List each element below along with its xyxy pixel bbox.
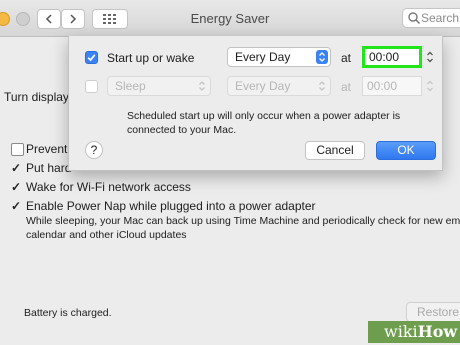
- startup-at-label: at: [341, 51, 352, 65]
- startup-checkbox[interactable]: [85, 51, 98, 64]
- updown-arrows-icon: [196, 79, 208, 93]
- watermark-how: How: [417, 322, 458, 341]
- wake-wifi-checkbox[interactable]: ✓: [11, 180, 21, 194]
- sleep-frequency-value: Every Day: [235, 79, 291, 93]
- put-hard-disks-checkbox[interactable]: ✓: [11, 161, 21, 175]
- title-bar: Energy Saver Search: [0, 0, 460, 37]
- schedule-note-line1: Scheduled start up will only occur when …: [127, 110, 401, 122]
- startup-label: Start up or wake: [107, 51, 195, 65]
- power-nap-label: Enable Power Nap while plugged into a po…: [26, 199, 316, 213]
- sleep-action-select[interactable]: Sleep: [107, 76, 211, 96]
- wikihow-watermark: wikiHow: [368, 321, 460, 343]
- restore-defaults-button[interactable]: Restore: [406, 302, 460, 322]
- power-nap-description-line1: While sleeping, your Mac can back up usi…: [26, 215, 460, 227]
- cancel-button[interactable]: Cancel: [305, 141, 365, 160]
- wake-wifi-label: Wake for Wi-Fi network access: [26, 180, 191, 194]
- prevent-sleep-checkbox[interactable]: [11, 143, 24, 156]
- window-title: Energy Saver: [190, 11, 270, 26]
- sleep-time-field[interactable]: 00:00: [362, 76, 422, 96]
- sleep-action-value: Sleep: [115, 79, 146, 93]
- turn-display-label: Turn display: [4, 90, 69, 104]
- search-icon: [408, 12, 421, 25]
- startup-time-stepper[interactable]: [425, 47, 435, 67]
- updown-arrows-icon: [316, 79, 328, 93]
- sleep-frequency-select[interactable]: Every Day: [227, 76, 331, 96]
- battery-status: Battery is charged.: [24, 307, 112, 319]
- stepper-arrows-icon: [427, 51, 433, 63]
- sleep-time-value: 00:00: [367, 79, 398, 93]
- startup-time-value: 00:00: [369, 50, 400, 64]
- power-nap-checkbox[interactable]: ✓: [11, 199, 21, 213]
- watermark-wiki: wiki: [384, 322, 418, 341]
- search-input[interactable]: Search: [402, 8, 460, 28]
- power-nap-description-line2: calendar and other iCloud updates: [26, 229, 187, 241]
- search-placeholder: Search: [421, 11, 460, 25]
- startup-frequency-value: Every Day: [235, 50, 291, 64]
- stepper-arrows-icon: [427, 80, 433, 92]
- sleep-at-label: at: [341, 80, 352, 94]
- startup-frequency-select[interactable]: Every Day: [227, 47, 331, 67]
- schedule-sheet: Start up or wake Every Day at 00:00 Slee…: [68, 36, 443, 171]
- put-hard-disks-label: Put hard: [26, 161, 72, 175]
- startup-time-field[interactable]: 00:00: [362, 46, 422, 68]
- ok-button[interactable]: OK: [376, 141, 436, 160]
- schedule-note-line2: connected to your Mac.: [127, 124, 237, 136]
- checkmark-icon: [87, 54, 96, 62]
- prevent-sleep-label: Prevent: [26, 142, 68, 156]
- updown-arrows-icon: [316, 50, 328, 64]
- help-button[interactable]: ?: [85, 141, 103, 159]
- sleep-time-stepper[interactable]: [425, 76, 435, 96]
- sleep-checkbox[interactable]: [85, 80, 98, 93]
